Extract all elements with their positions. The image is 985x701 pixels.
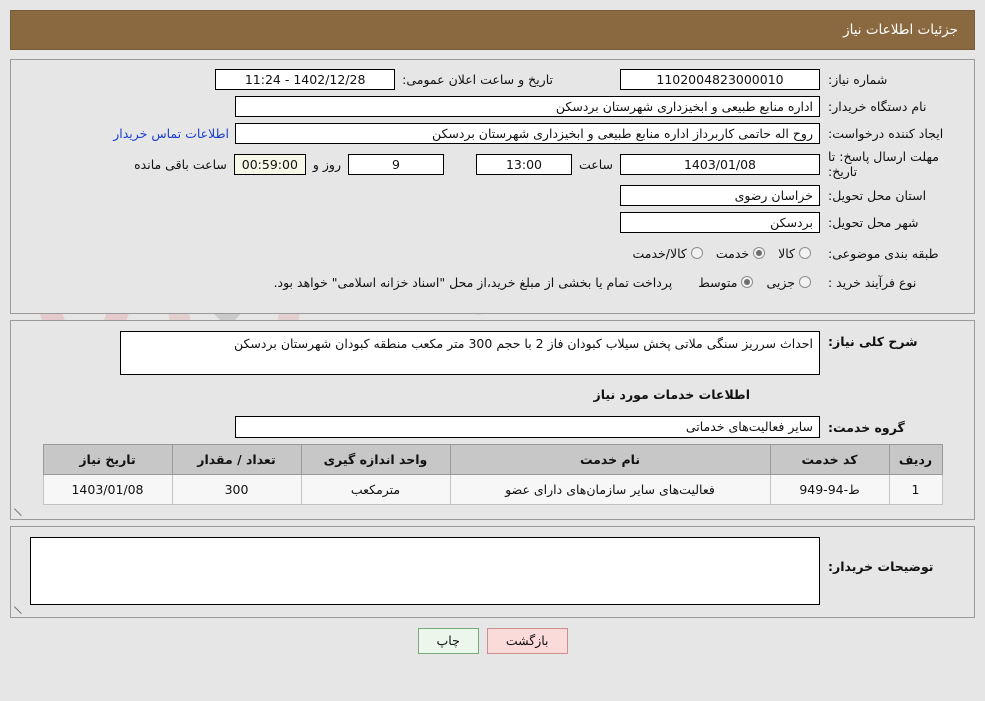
row-service-group: گروه خدمت: سایر فعالیت‌های خدماتی xyxy=(25,416,960,438)
subject-category-radio-icon-1[interactable] xyxy=(753,247,766,259)
service-group-label: گروه خدمت: xyxy=(828,419,905,435)
buyer-notes-label: توضیحات خریدار: xyxy=(828,559,934,574)
column-header-date: تاریخ نیاز xyxy=(42,444,173,475)
back-button[interactable]: بازگشت xyxy=(486,628,568,654)
deadline-date-field[interactable]: 1403/01/08 xyxy=(620,153,820,175)
column-header-code: کد خدمت xyxy=(769,444,890,475)
row-delivery-province: استان محل تحویل: خراسان رضوی xyxy=(25,184,960,206)
buyer-org-label: نام دستگاه خریدار: xyxy=(828,98,927,114)
resize-grip-icon-notes[interactable] xyxy=(14,606,24,616)
deadline-time-field[interactable]: 13:00 xyxy=(475,153,572,175)
announce-datetime-label: تاریخ و ساعت اعلان عمومی: xyxy=(402,71,553,87)
page-title: جزئیات اطلاعات نیاز xyxy=(843,22,958,38)
subject-category-radio-icon-2[interactable] xyxy=(690,247,703,259)
cell-unit: مترمکعب xyxy=(300,474,451,505)
subject-category-option-1[interactable]: خدمت xyxy=(716,246,774,261)
table-row[interactable]: 1 ط-94-949 فعالیت‌های سایر سازمان‌های دا… xyxy=(42,474,943,505)
purchase-process-label: نوع فرآیند خرید : xyxy=(828,274,917,290)
announce-datetime-field[interactable]: 1402/12/28 - 11:24 xyxy=(215,68,396,90)
countdown-timer-field: 00:59:00 xyxy=(233,153,306,175)
delivery-city-label: شهر محل تحویل: xyxy=(828,214,919,230)
row-delivery-city: شهر محل تحویل: بردسکن xyxy=(25,211,960,233)
purchase-process-radio-icon-1[interactable] xyxy=(741,276,754,288)
delivery-city-field[interactable]: بردسکن xyxy=(620,211,820,233)
purchase-process-option-label-0: جزیی xyxy=(766,274,795,290)
need-info-panel: شماره نیاز: 1102004823000010 تاریخ و ساع… xyxy=(10,59,975,314)
subject-category-option-0[interactable]: کالا xyxy=(778,246,820,261)
cell-need-date: 1403/01/08 xyxy=(42,474,173,505)
row-buyer-org: نام دستگاه خریدار: اداره منابع طبیعی و ا… xyxy=(25,95,960,117)
delivery-province-label: استان محل تحویل: xyxy=(828,187,927,203)
services-table: ردیف کد خدمت نام خدمت واحد اندازه گیری ت… xyxy=(42,444,943,505)
table-header-row: ردیف کد خدمت نام خدمت واحد اندازه گیری ت… xyxy=(42,444,943,475)
delivery-province-field[interactable]: خراسان رضوی xyxy=(620,184,820,206)
page-root: جزئیات اطلاعات نیاز شماره نیاز: 11020048… xyxy=(0,10,985,654)
subject-category-label: طبقه بندی موضوعی: xyxy=(828,245,939,261)
general-description-label: شرح کلی نیاز: xyxy=(828,334,918,349)
buyer-notes-panel: توضیحات خریدار: xyxy=(10,526,975,618)
row-general-description: شرح کلی نیاز: احداث سرریز سنگی ملاتی پخش… xyxy=(14,331,960,517)
cell-quantity: 300 xyxy=(171,474,302,505)
service-details-panel: شرح کلی نیاز: احداث سرریز سنگی ملاتی پخش… xyxy=(10,320,975,520)
purchase-process-radio-icon-0[interactable] xyxy=(799,276,811,288)
subject-category-option-2[interactable]: کالا/خدمت xyxy=(632,246,711,261)
row-response-deadline: مهلت ارسال پاسخ: تا تاریخ: 1403/01/08 سا… xyxy=(25,149,960,179)
general-description-textarea[interactable]: احداث سرریز سنگی ملاتی پخش سیلاب کبودان … xyxy=(120,331,820,375)
request-creator-label: ایجاد کننده درخواست: xyxy=(828,125,944,141)
purchase-process-radio-group[interactable]: جزیی متوسط xyxy=(698,275,820,290)
subject-category-radio-group[interactable]: کالا خدمت کالا/خدمت xyxy=(632,246,820,261)
page-title-bar: جزئیات اطلاعات نیاز xyxy=(10,10,975,50)
subject-category-radio-icon-0[interactable] xyxy=(799,247,811,259)
action-button-bar: بازگشت چاپ xyxy=(0,628,985,654)
countdown-suffix-label: ساعت باقی مانده xyxy=(134,156,227,172)
buyer-org-field[interactable]: اداره منابع طبیعی و ابخیزداری شهرستان بر… xyxy=(235,95,820,117)
need-number-label: شماره نیاز: xyxy=(828,71,888,87)
purchase-process-option-0[interactable]: جزیی xyxy=(766,275,820,290)
cell-radif: 1 xyxy=(888,474,943,505)
buyer-notes-textarea[interactable] xyxy=(30,537,820,605)
column-header-quantity: تعداد / مقدار xyxy=(171,444,302,475)
days-unit-label: روز و xyxy=(312,156,341,172)
row-buyer-notes: توضیحات خریدار: xyxy=(14,537,960,615)
purchase-process-option-1[interactable]: متوسط xyxy=(698,275,762,290)
deadline-time-label: ساعت xyxy=(578,156,613,172)
cell-name: فعالیت‌های سایر سازمان‌های دارای عضو xyxy=(449,474,771,505)
column-header-name: نام خدمت xyxy=(449,444,771,475)
subject-category-option-label-1: خدمت xyxy=(715,245,750,261)
row-need-number: شماره نیاز: 1102004823000010 تاریخ و ساع… xyxy=(25,68,960,90)
purchase-process-option-label-1: متوسط xyxy=(698,274,738,290)
column-header-radif: ردیف xyxy=(888,444,943,475)
services-section-title: اطلاعات خدمات مورد نیاز xyxy=(593,387,751,402)
row-request-creator: ایجاد کننده درخواست: روح اله حاتمی کاربر… xyxy=(25,122,960,144)
subject-category-option-label-2: کالا/خدمت xyxy=(632,245,687,261)
need-number-field[interactable]: 1102004823000010 xyxy=(620,68,820,90)
service-group-field[interactable]: سایر فعالیت‌های خدماتی xyxy=(235,416,820,438)
subject-category-option-label-0: کالا xyxy=(778,245,795,261)
request-creator-field[interactable]: روح اله حاتمی کاربرداز اداره منابع طبیعی… xyxy=(235,122,820,144)
column-header-unit: واحد اندازه گیری xyxy=(300,444,451,475)
buyer-contact-link[interactable]: اطلاعات تماس خریدار xyxy=(107,126,235,141)
print-button[interactable]: چاپ xyxy=(417,628,479,654)
resize-grip-icon[interactable] xyxy=(14,508,24,518)
row-subject-category: طبقه بندی موضوعی: کالا خدمت کالا/خدمت xyxy=(25,242,960,264)
cell-code: ط-94-949 xyxy=(769,474,890,505)
response-deadline-label: مهلت ارسال پاسخ: تا تاریخ: xyxy=(828,149,939,179)
days-remaining-field[interactable]: 9 xyxy=(347,153,444,175)
purchase-process-note: پرداخت تمام یا بخشی از مبلغ خرید،از محل … xyxy=(273,274,673,290)
row-purchase-process: نوع فرآیند خرید : جزیی متوسط پرداخت تمام … xyxy=(25,271,960,293)
